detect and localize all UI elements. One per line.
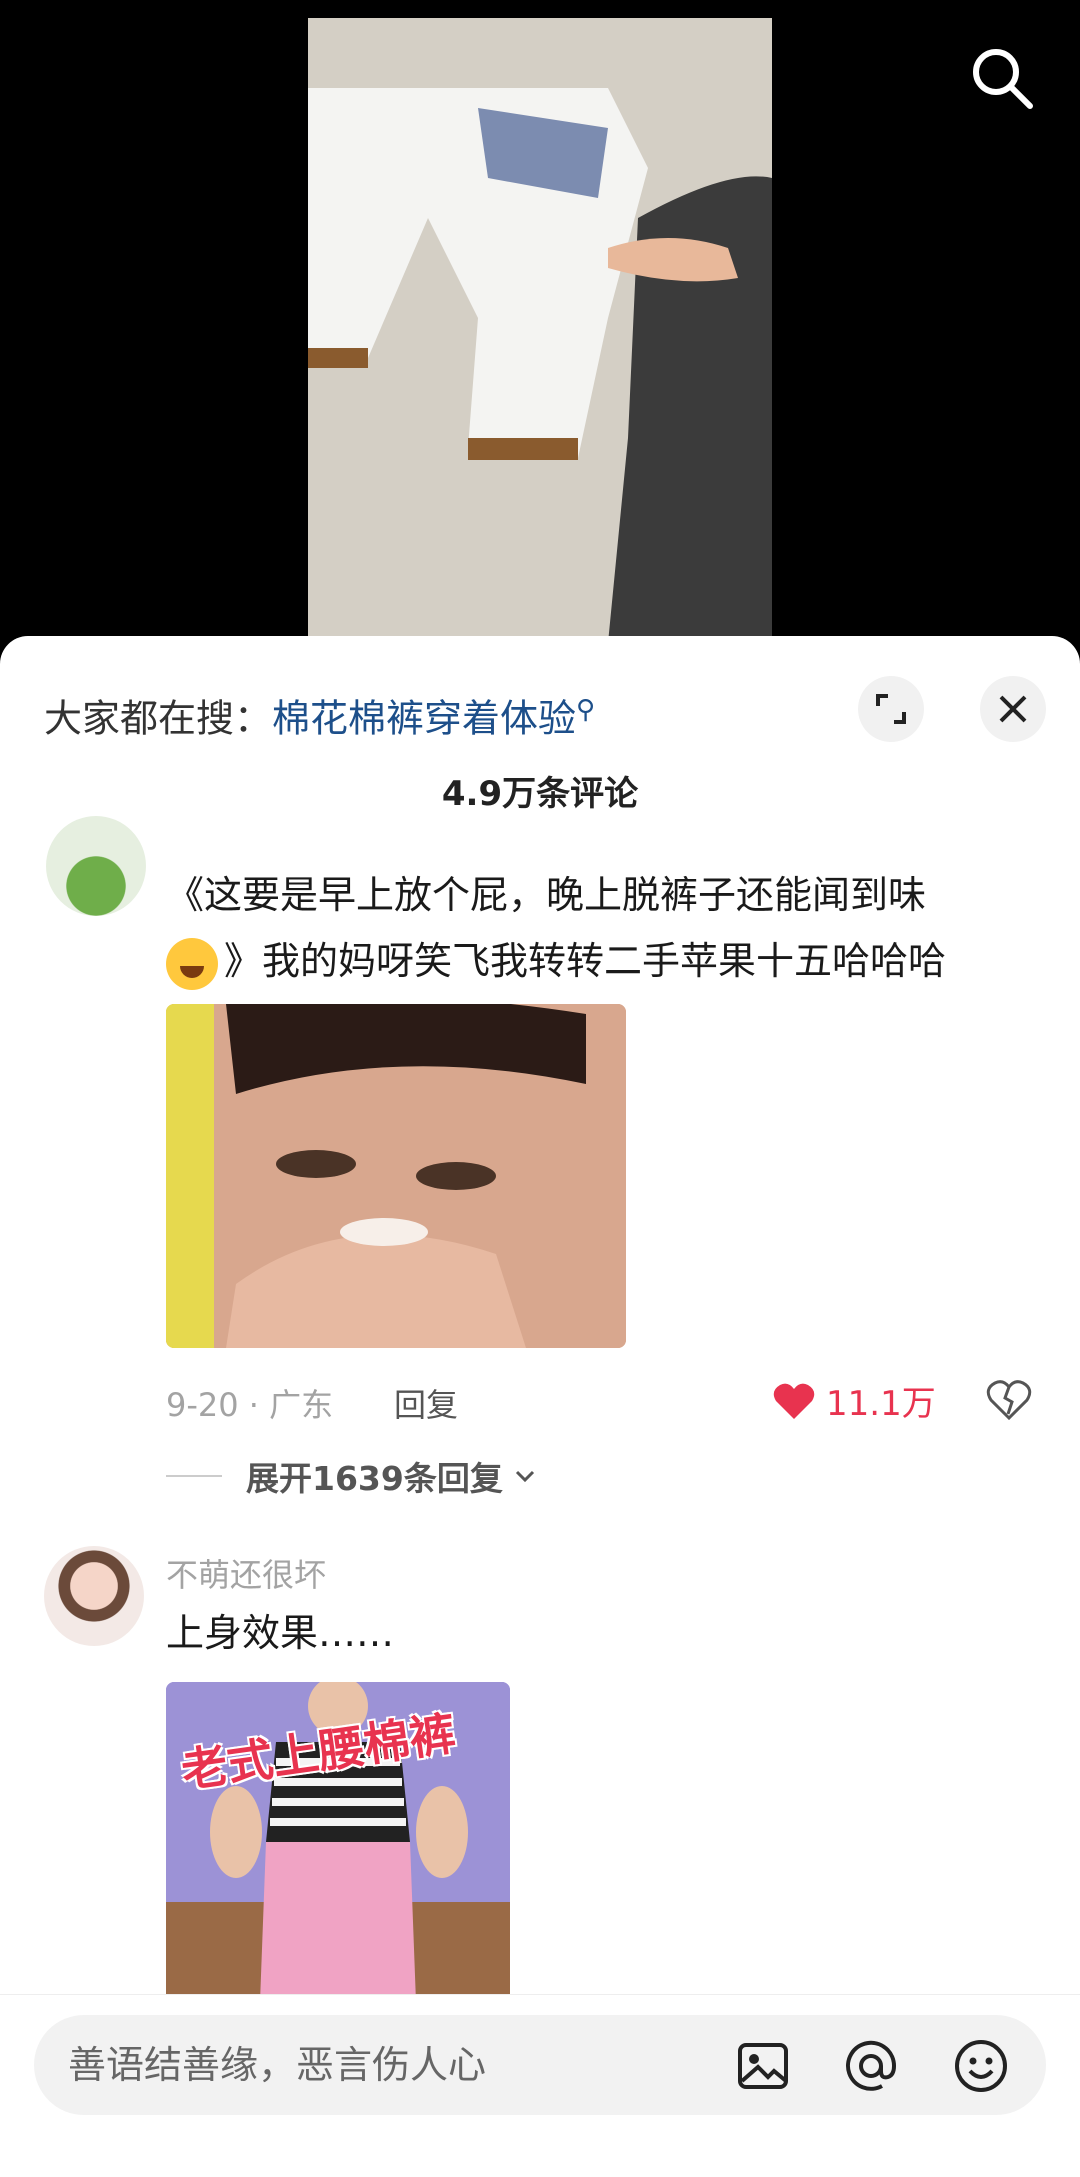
hot-search-keyword[interactable]: 棉花棉裤穿着体验 bbox=[272, 697, 576, 741]
comment-input[interactable] bbox=[68, 2015, 708, 2115]
like-button[interactable]: 11.1万 bbox=[772, 1376, 936, 1425]
comment-text-line2: 》我的妈呀笑飞我转转二手苹果十五哈哈哈 bbox=[224, 939, 947, 983]
laughing-crying-emoji-icon bbox=[166, 937, 218, 990]
comment-image[interactable] bbox=[166, 1004, 626, 1348]
like-count: 11.1万 bbox=[826, 1384, 936, 1424]
comment-text: 上身效果…… bbox=[166, 1611, 395, 1655]
hot-search-prefix: 大家都在搜： bbox=[44, 696, 273, 741]
video-player[interactable] bbox=[0, 0, 1080, 660]
comment-text-line1: 《这要是早上放个屁，晚上脱裤子还能闻到味 bbox=[166, 873, 927, 917]
comments-sheet: 大家都在搜：棉花棉裤穿着体验⚲ 4.9万条评论 《这要是早上放个屁，晚上脱裤子还… bbox=[0, 636, 1080, 2177]
video-frame bbox=[308, 18, 772, 643]
comment-input-bar bbox=[0, 1994, 1080, 2177]
close-icon bbox=[999, 695, 1027, 723]
divider-line bbox=[166, 1475, 222, 1477]
image-icon[interactable] bbox=[734, 2037, 792, 2095]
comment-username[interactable]: 不萌还很坏 bbox=[166, 1550, 326, 1596]
close-button[interactable] bbox=[980, 676, 1046, 742]
avatar[interactable] bbox=[44, 1546, 144, 1646]
hot-search-bar[interactable]: 大家都在搜：棉花棉裤穿着体验⚲ bbox=[44, 680, 596, 741]
broken-heart-icon[interactable] bbox=[986, 1378, 1032, 1420]
chevron-down-icon bbox=[515, 1470, 534, 1483]
search-small-icon: ⚲ bbox=[576, 695, 596, 725]
expand-replies-label: 展开1639条回复 bbox=[246, 1459, 503, 1498]
reply-button[interactable]: 回复 bbox=[394, 1380, 458, 1426]
search-icon[interactable] bbox=[968, 44, 1038, 114]
comment-date-location: 9-20 · 广东 bbox=[166, 1386, 334, 1424]
expand-icon bbox=[876, 694, 906, 724]
heart-icon bbox=[773, 1383, 815, 1419]
expand-replies-button[interactable]: 展开1639条回复 bbox=[166, 1452, 539, 1500]
at-icon[interactable] bbox=[842, 2037, 900, 2095]
comment-count: 4.9万条评论 bbox=[441, 774, 639, 814]
emoji-icon[interactable] bbox=[952, 2037, 1010, 2095]
comment-image[interactable]: 老式上腰棉裤 bbox=[166, 1682, 510, 2002]
expand-button[interactable] bbox=[858, 676, 924, 742]
comment-input-container[interactable] bbox=[34, 2015, 1046, 2115]
comment-text: 《这要是早上放个屁，晚上脱裤子还能闻到味 》我的妈呀笑飞我转转二手苹果十五哈哈哈 bbox=[166, 862, 1046, 994]
avatar[interactable] bbox=[46, 816, 146, 916]
